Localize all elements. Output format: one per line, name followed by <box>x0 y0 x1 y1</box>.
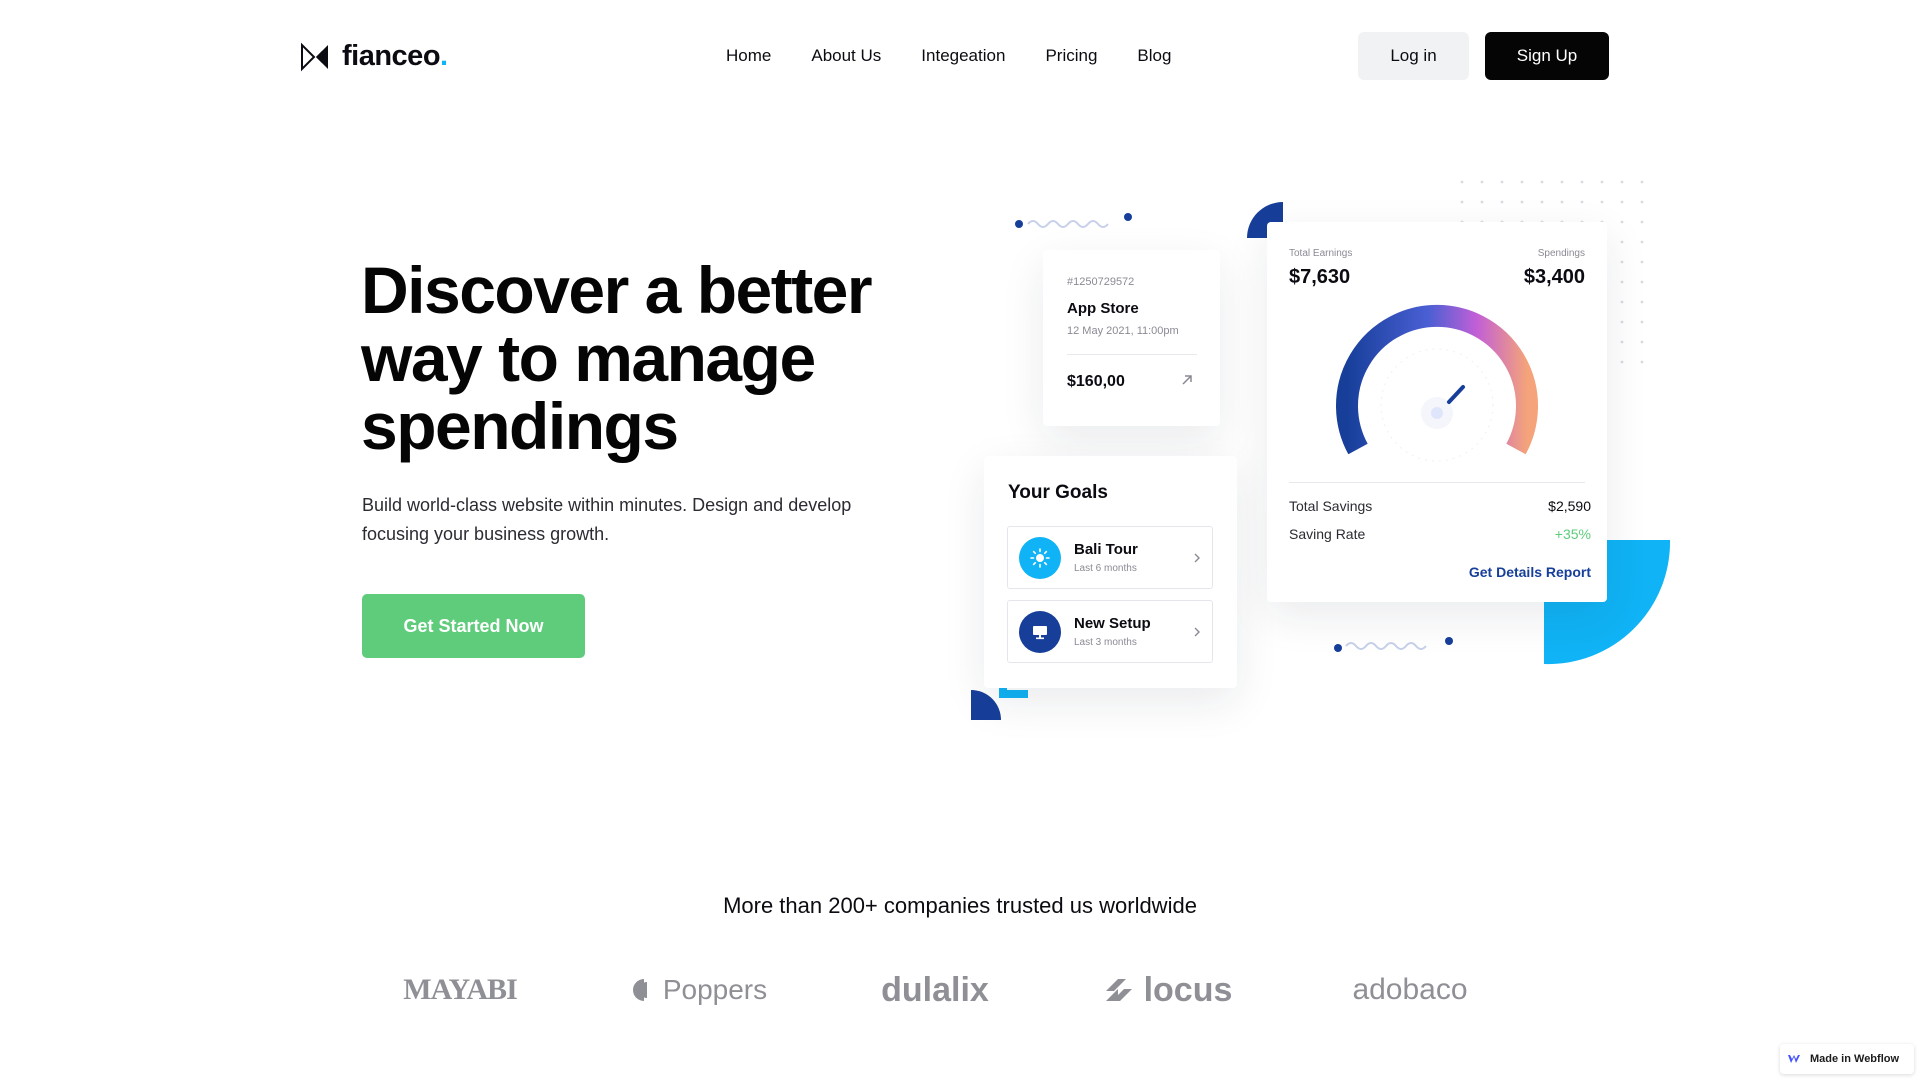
total-earnings-label: Total Earnings <box>1289 248 1353 259</box>
goal-name: New Setup <box>1074 615 1151 632</box>
total-savings-value: $2,590 <box>1548 498 1591 514</box>
goals-card: Your Goals Bali Tour Last 6 months New S… <box>984 456 1237 688</box>
transaction-amount: $160,00 <box>1067 373 1125 390</box>
goal-item-new-setup[interactable]: New Setup Last 3 months <box>1007 600 1213 663</box>
poppers-mark-icon <box>632 979 647 1001</box>
login-button[interactable]: Log in <box>1358 32 1469 80</box>
saving-rate-label: Saving Rate <box>1289 526 1366 542</box>
webflow-badge-label: Made in Webflow <box>1810 1053 1900 1065</box>
total-earnings-value: $7,630 <box>1289 266 1351 288</box>
logo-mayabi: MAYABI <box>403 973 518 1006</box>
total-savings-label: Total Savings <box>1289 498 1373 514</box>
nav-pricing[interactable]: Pricing <box>1045 46 1097 66</box>
locus-mark-icon <box>1105 979 1132 1001</box>
monitor-icon <box>1019 611 1061 653</box>
spendings-value: $3,400 <box>1523 266 1585 288</box>
saving-rate-value: +35% <box>1554 526 1591 542</box>
webflow-icon <box>1788 1055 1800 1063</box>
spendings-label: Spendings <box>1537 248 1585 259</box>
brand-logo[interactable]: fianceo. <box>300 40 448 73</box>
brand-name: fianceo. <box>342 40 448 72</box>
site-header: fianceo. Home About Us Integeation Prici… <box>0 0 1920 112</box>
goal-name: Bali Tour <box>1074 541 1138 558</box>
hero-title: Discover a better way to manage spending… <box>361 253 873 463</box>
brand-mark-icon <box>301 42 328 71</box>
logo-locus: locus <box>1088 955 1248 1025</box>
nav-home[interactable]: Home <box>726 46 771 66</box>
nav-blog[interactable]: Blog <box>1137 46 1171 66</box>
transaction-card[interactable]: #1250729572 App Store 12 May 2021, 11:00… <box>1043 250 1220 426</box>
goal-period: Last 3 months <box>1074 637 1137 648</box>
spending-gauge <box>1336 304 1538 462</box>
nav-integration[interactable]: Integeation <box>921 46 1005 66</box>
trusted-heading: More than 200+ companies trusted us worl… <box>723 893 1197 918</box>
goal-item-bali-tour[interactable]: Bali Tour Last 6 months <box>1007 526 1213 589</box>
hero-illustration: #1250729572 App Store 12 May 2021, 11:00… <box>940 160 1700 740</box>
divider <box>1289 482 1585 483</box>
logo-dulalix: dulalix <box>881 970 989 1009</box>
sun-icon <box>1019 537 1061 579</box>
chevron-right-icon <box>1194 553 1200 563</box>
get-started-button[interactable]: Get Started Now <box>362 594 585 658</box>
transaction-id: #1250729572 <box>1067 276 1135 288</box>
details-report-link[interactable]: Get Details Report <box>1469 564 1591 580</box>
partner-logos: MAYABI Poppers dulalix locus adobaco <box>0 955 1920 1025</box>
main-nav: Home About Us Integeation Pricing Blog <box>726 46 1171 66</box>
signup-button[interactable]: Sign Up <box>1485 32 1609 80</box>
logo-poppers-text: Poppers <box>662 974 768 1005</box>
earnings-card: Total Earnings Spendings $7,630 $3,400 T… <box>1267 222 1607 602</box>
divider <box>1067 354 1197 355</box>
transaction-name: App Store <box>1067 300 1139 317</box>
arrow-up-right-icon[interactable] <box>1179 372 1195 388</box>
hero-subtitle: Build world-class website within minutes… <box>362 495 852 544</box>
goals-title: Your Goals <box>1008 482 1108 503</box>
chevron-right-icon <box>1194 627 1200 637</box>
logo-poppers: Poppers <box>615 955 785 1025</box>
logo-adobaco: adobaco <box>1352 973 1468 1006</box>
transaction-date: 12 May 2021, 11:00pm <box>1067 325 1179 337</box>
nav-about-us[interactable]: About Us <box>811 46 881 66</box>
goal-period: Last 6 months <box>1074 563 1137 574</box>
logo-locus-text: locus <box>1143 970 1233 1009</box>
made-in-webflow-badge[interactable]: Made in Webflow <box>1780 1044 1914 1074</box>
